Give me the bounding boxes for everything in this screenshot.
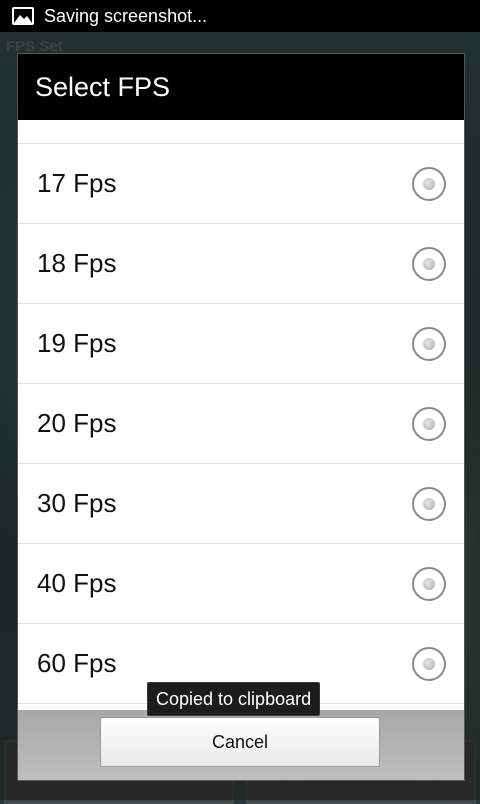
dialog-header: Select FPS [18,54,464,120]
fps-option[interactable]: 20 Fps [18,384,464,464]
fps-option-label: 17 Fps [37,168,117,198]
radio-button[interactable] [412,166,446,201]
fps-option[interactable]: 40 Fps [18,544,464,624]
radio-button[interactable] [412,406,446,441]
radio-button[interactable] [412,486,446,521]
radio-button[interactable] [412,326,446,361]
list-partial-item [18,120,464,144]
radio-dot-icon [423,337,435,350]
fps-option-label: 30 Fps [37,488,117,518]
status-bar: Saving screenshot... [0,0,480,32]
radio-dot-icon [423,577,435,590]
cancel-button[interactable]: Cancel [100,717,380,767]
radio-dot-icon [423,177,435,190]
dialog-footer: Cancel [18,710,464,780]
fps-option[interactable]: 17 Fps [18,144,464,224]
radio-dot-icon [423,657,435,670]
fps-option-label: 18 Fps [37,248,117,278]
toast: Copied to clipboard [147,682,321,716]
radio-dot-icon [423,257,435,270]
radio-button[interactable] [412,246,446,281]
radio-button[interactable] [412,566,446,601]
fps-option-label: 40 Fps [37,568,117,598]
fps-option-label: 20 Fps [37,408,117,438]
status-text: Saving screenshot... [44,5,208,26]
fps-option[interactable]: 18 Fps [18,224,464,304]
fps-option[interactable]: 19 Fps [18,304,464,384]
fps-option-list[interactable]: 17 Fps 18 Fps 19 Fps 20 Fps 30 Fps 40 Fp… [18,120,464,710]
select-fps-dialog: Select FPS 17 Fps 18 Fps 19 Fps 20 Fps 3… [18,54,464,780]
fps-option[interactable]: 30 Fps [18,464,464,544]
fps-option-label: 19 Fps [37,328,117,358]
dialog-title: Select FPS [35,71,171,102]
radio-button[interactable] [412,646,446,681]
radio-dot-icon [423,497,435,510]
image-icon [12,7,34,25]
radio-dot-icon [423,417,435,430]
fps-option-label: 60 Fps [37,648,117,678]
